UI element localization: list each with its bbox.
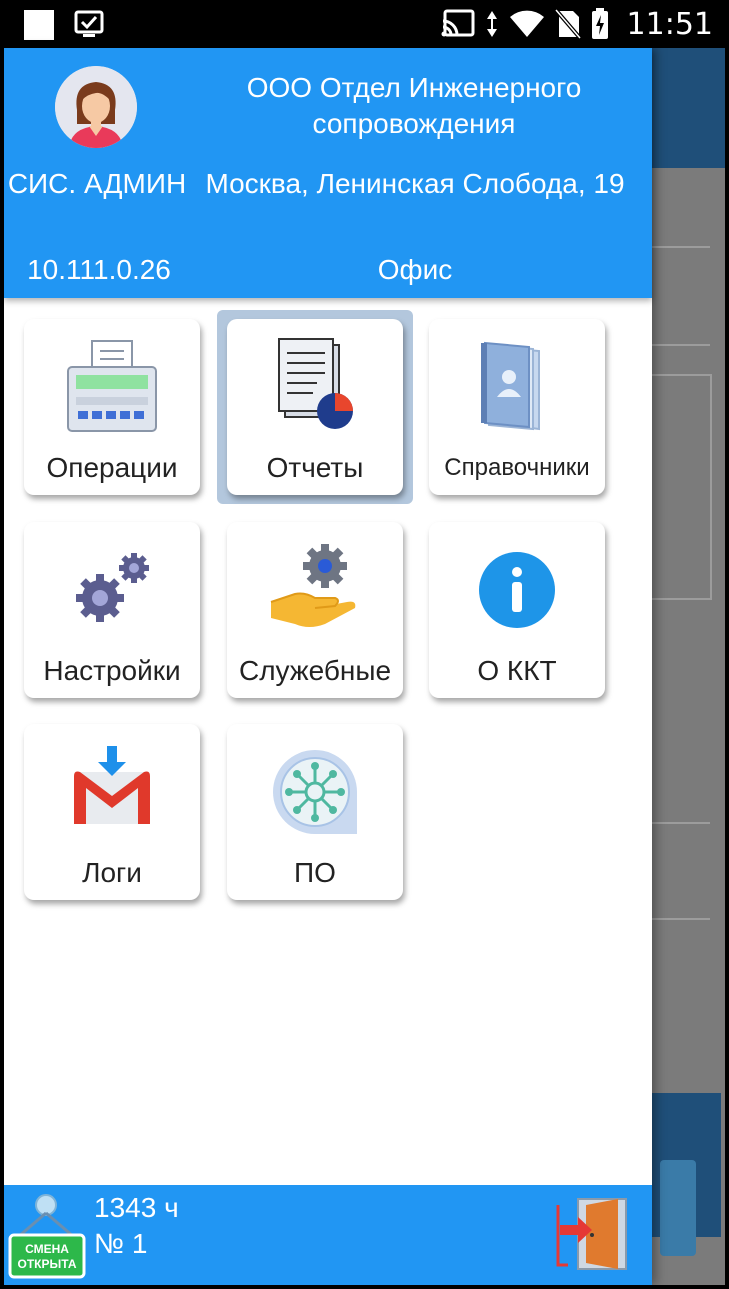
menu-tile-label: Операции	[46, 452, 178, 483]
software-icon	[273, 750, 357, 834]
shift-hours: 1343 ч	[94, 1192, 179, 1223]
report-chart-icon	[278, 338, 353, 429]
ip-address: 10.111.0.26	[27, 254, 171, 285]
menu-tile-settings[interactable]: Настройки	[24, 522, 200, 698]
background-divider	[648, 344, 710, 346]
mail-logs-icon	[74, 746, 150, 824]
directory-book-icon	[481, 341, 540, 431]
shift-number: № 1	[94, 1228, 148, 1259]
menu-tile-operations[interactable]: Операции	[24, 319, 200, 495]
data-arrows-icon	[486, 11, 497, 37]
menu-tile-about-kkt[interactable]: О ККТ	[429, 522, 605, 698]
menu-tile-reports[interactable]: Отчеты	[227, 319, 403, 495]
user-name: СИС. АДМИН	[7, 168, 187, 199]
organization-place: Офис	[377, 254, 453, 285]
menu-tile-label: Отчеты	[266, 452, 364, 483]
menu-tile-label: ПО	[294, 857, 336, 888]
background-divider	[648, 918, 710, 920]
user-avatar-icon[interactable]	[55, 66, 137, 148]
no-sim-icon	[554, 9, 581, 39]
notification-square-icon	[24, 10, 54, 40]
svg-text:ОТКРЫТА: ОТКРЫТА	[18, 1257, 77, 1271]
checkbox-icon	[74, 10, 104, 37]
service-hand-gear-icon	[270, 544, 356, 627]
wifi-icon	[509, 10, 544, 37]
background-divider	[648, 246, 710, 248]
menu-tile-label: Служебные	[238, 655, 392, 686]
menu-tile-label: О ККТ	[477, 655, 557, 686]
navigation-drawer: СИС. АДМИН 10.111.0.26 ООО Отдел Инженер…	[4, 48, 652, 1285]
cast-icon	[441, 9, 475, 37]
status-bar: 11:51	[0, 0, 729, 48]
gears-icon	[76, 553, 149, 622]
menu-tile-directories[interactable]: Справочники	[429, 319, 605, 495]
drawer-header: СИС. АДМИН 10.111.0.26 ООО Отдел Инженер…	[4, 48, 652, 298]
organization-address: Москва, Ленинская Слобода, 19	[205, 168, 625, 199]
organization-name: ООО Отдел Инженерного сопровождения	[246, 72, 582, 139]
background-device-icon	[660, 1160, 696, 1256]
background-panel	[648, 374, 712, 600]
menu-tile-label: Логи	[82, 857, 142, 888]
menu-tile-logs[interactable]: Логи	[24, 724, 200, 900]
menu-tile-service[interactable]: Служебные	[227, 522, 403, 698]
menu-tile-software[interactable]: ПО	[227, 724, 403, 900]
svg-text:СМЕНА: СМЕНА	[25, 1242, 69, 1256]
cash-register-icon	[67, 340, 157, 432]
info-icon	[479, 552, 555, 628]
menu-tile-label: Настройки	[43, 655, 181, 686]
battery-charging-icon	[591, 8, 608, 39]
shift-open-badge-icon[interactable]: СМЕНА ОТКРЫТА	[6, 1193, 88, 1281]
menu-tile-label: Справочники	[444, 454, 590, 481]
background-divider	[648, 822, 710, 824]
exit-door-icon[interactable]	[556, 1195, 630, 1273]
drawer-footer: СМЕНА ОТКРЫТА 1343 ч № 1	[4, 1185, 652, 1285]
clock: 11:51	[626, 6, 713, 42]
